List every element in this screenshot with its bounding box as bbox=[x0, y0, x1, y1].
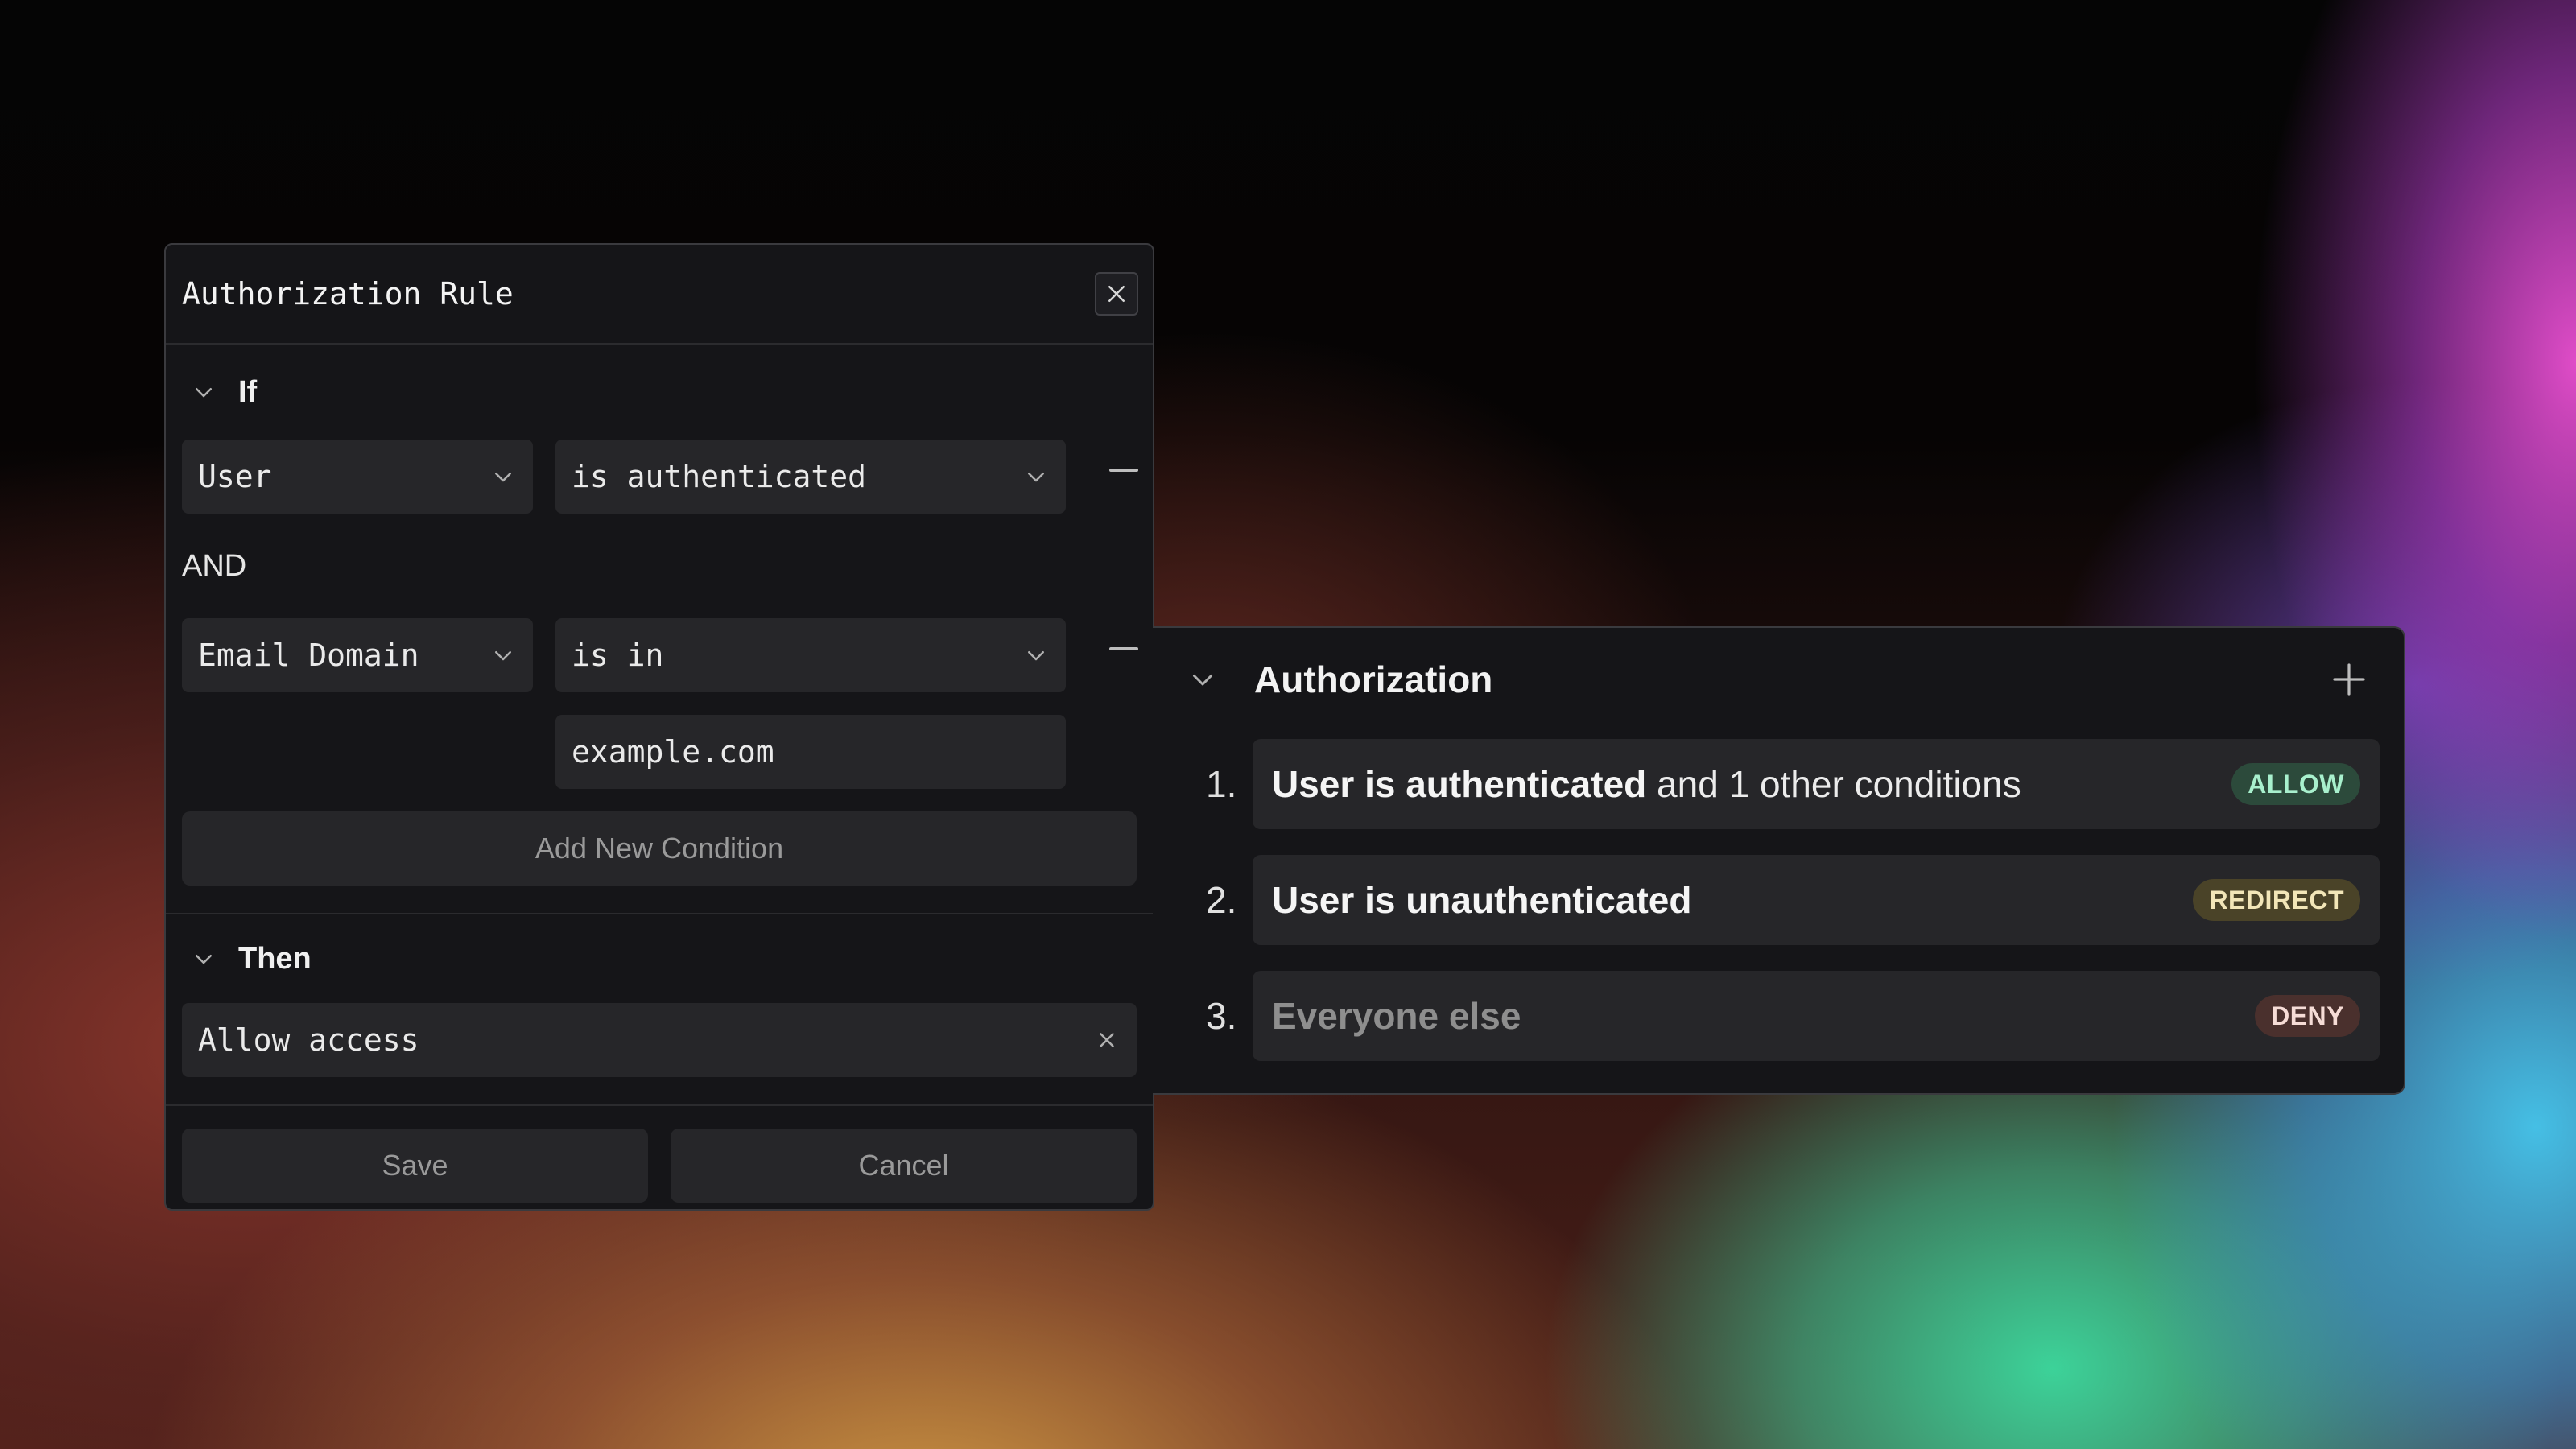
condition-operator-value: is authenticated bbox=[572, 459, 867, 494]
chevron-down-icon[interactable] bbox=[1188, 665, 1217, 694]
rule-card[interactable]: User is authenticated and 1 other condit… bbox=[1253, 739, 2380, 829]
condition-row: User is authenticated bbox=[182, 440, 1138, 514]
and-joiner: AND bbox=[182, 548, 247, 583]
deny-badge: DENY bbox=[2255, 995, 2360, 1037]
clear-icon[interactable] bbox=[1095, 1028, 1119, 1052]
rule-condition-bold: User is unauthenticated bbox=[1272, 879, 1692, 921]
condition-operator-value: is in bbox=[572, 638, 664, 673]
rule-card[interactable]: User is unauthenticated REDIRECT bbox=[1253, 855, 2380, 945]
dialog-title: Authorization Rule bbox=[182, 276, 514, 312]
if-section-toggle[interactable]: If bbox=[182, 345, 1137, 440]
chevron-down-icon bbox=[196, 955, 212, 964]
dialog-footer: Save Cancel bbox=[166, 1106, 1153, 1203]
chevron-down-icon bbox=[196, 388, 212, 398]
condition-operator-select[interactable]: is authenticated bbox=[555, 440, 1066, 514]
close-icon bbox=[1108, 286, 1125, 302]
remove-condition-button[interactable] bbox=[1109, 469, 1138, 472]
condition-operator-select[interactable]: is in bbox=[555, 618, 1066, 692]
then-action-select[interactable]: Allow access bbox=[182, 1003, 1137, 1077]
rule-condition-bold: User is authenticated bbox=[1272, 763, 1647, 805]
remove-condition-button[interactable] bbox=[1109, 647, 1138, 650]
add-rule-plus-icon[interactable] bbox=[2330, 660, 2368, 699]
panel-title: Authorization bbox=[1254, 658, 1493, 700]
save-button[interactable]: Save bbox=[182, 1129, 648, 1203]
condition-field-value: User bbox=[198, 459, 272, 494]
condition-field-value: Email Domain bbox=[198, 638, 419, 673]
authorization-rule-dialog: Authorization Rule If User is authentica… bbox=[164, 243, 1154, 1211]
authorization-panel: Authorization 1. User is authenticated a… bbox=[1153, 626, 2405, 1095]
chevron-down-icon bbox=[1028, 651, 1044, 661]
then-action-value: Allow access bbox=[198, 1022, 419, 1058]
then-section-toggle[interactable]: Then bbox=[182, 914, 1137, 1003]
rule-row[interactable]: 3. Everyone else DENY bbox=[1153, 971, 2404, 1061]
condition-field-select[interactable]: Email Domain bbox=[182, 618, 533, 692]
then-section: Then Allow access bbox=[166, 914, 1153, 1104]
rule-card[interactable]: Everyone else DENY bbox=[1253, 971, 2380, 1061]
if-label: If bbox=[238, 374, 258, 409]
allow-badge: ALLOW bbox=[2231, 763, 2360, 805]
rule-condition-rest: and 1 other conditions bbox=[1646, 763, 2021, 805]
condition-value-input[interactable]: example.com bbox=[555, 715, 1066, 789]
panel-header: Authorization bbox=[1153, 628, 2404, 731]
then-label: Then bbox=[238, 941, 312, 976]
condition-value-row: example.com bbox=[182, 715, 1137, 789]
rule-description: User is authenticated and 1 other condit… bbox=[1272, 762, 2021, 806]
redirect-badge: REDIRECT bbox=[2193, 879, 2360, 921]
condition-field-select[interactable]: User bbox=[182, 440, 533, 514]
condition-row: Email Domain is in bbox=[182, 618, 1138, 692]
chevron-down-icon bbox=[495, 651, 511, 661]
rule-description: Everyone else bbox=[1272, 995, 1521, 1037]
add-new-condition-button[interactable]: Add New Condition bbox=[182, 811, 1137, 886]
close-button[interactable] bbox=[1095, 272, 1138, 316]
chevron-down-icon bbox=[495, 473, 511, 482]
rule-row[interactable]: 1. User is authenticated and 1 other con… bbox=[1153, 739, 2404, 829]
cancel-button[interactable]: Cancel bbox=[671, 1129, 1137, 1203]
rule-row[interactable]: 2. User is unauthenticated REDIRECT bbox=[1153, 855, 2404, 945]
rule-description: User is unauthenticated bbox=[1272, 878, 1691, 922]
dialog-header: Authorization Rule bbox=[166, 245, 1153, 345]
chevron-down-icon bbox=[1028, 473, 1044, 482]
if-section: If User is authenticated AND Email Domai… bbox=[166, 345, 1153, 913]
